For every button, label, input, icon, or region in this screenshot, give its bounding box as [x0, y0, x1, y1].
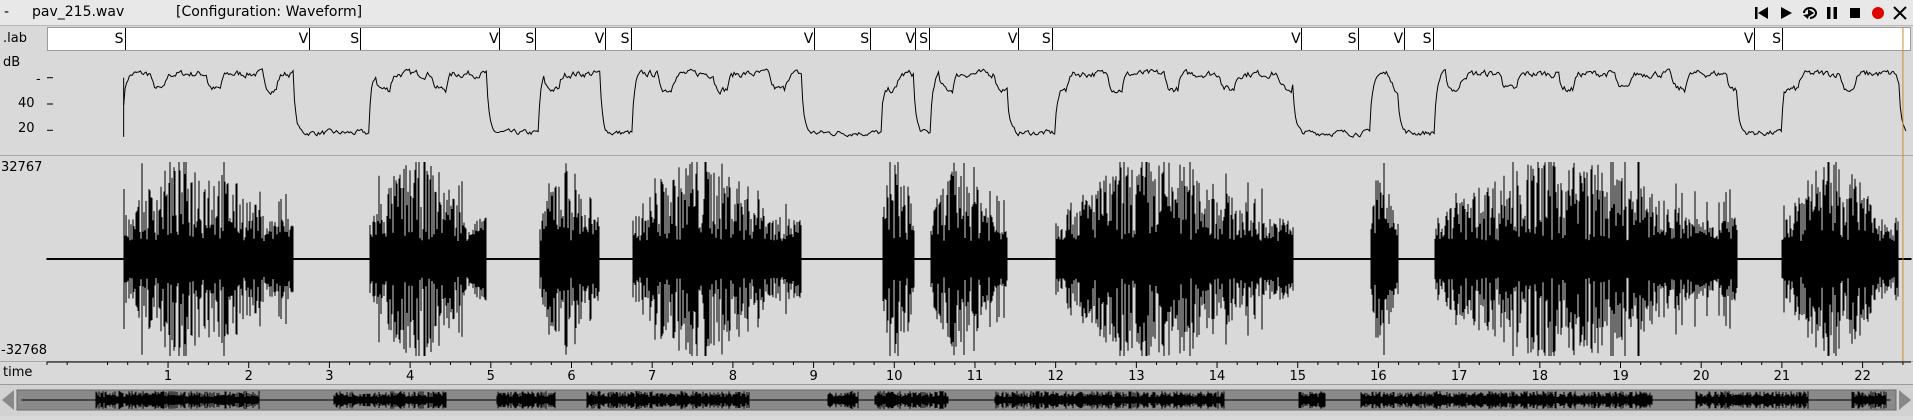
- time-tick-label: 18: [1532, 369, 1549, 384]
- time-tick-label: 16: [1370, 369, 1387, 384]
- time-tick-label: 6: [567, 369, 575, 384]
- overview-waveform[interactable]: [0, 385, 1913, 416]
- time-tick-label: 2: [245, 369, 253, 384]
- time-tick-label: 10: [886, 369, 903, 384]
- time-tick-label: 7: [648, 369, 656, 384]
- time-tick-label: 8: [729, 369, 737, 384]
- time-tick-label: 9: [809, 369, 817, 384]
- time-tick-label: 21: [1774, 369, 1791, 384]
- time-tick-label: 12: [1047, 369, 1064, 384]
- time-tick-label: 14: [1209, 369, 1226, 384]
- time-tick-label: 13: [1128, 369, 1145, 384]
- time-tick-label: 19: [1612, 369, 1629, 384]
- scroll-right-icon: [1899, 390, 1911, 410]
- overview-scrollbar[interactable]: [0, 384, 1913, 416]
- time-tick-label: 5: [487, 369, 495, 384]
- time-tick-label: 20: [1693, 369, 1710, 384]
- time-tick-label: 22: [1854, 369, 1871, 384]
- signal-view[interactable]: 1 2 3 4 5 6 7 8 9 10 11 12 13 14 15 16 17 18 19 20 21 22: [0, 0, 1913, 384]
- time-tick-label: 17: [1451, 369, 1468, 384]
- time-tick-label: 4: [406, 369, 414, 384]
- power-curve: [123, 68, 1907, 138]
- time-tick-label: 11: [967, 369, 984, 384]
- scroll-left-icon: [2, 390, 14, 410]
- waveform-trace: [46, 162, 1912, 356]
- time-tick-label: 1: [164, 369, 172, 384]
- time-tick-label: 15: [1289, 369, 1306, 384]
- time-tick-label: 3: [325, 369, 333, 384]
